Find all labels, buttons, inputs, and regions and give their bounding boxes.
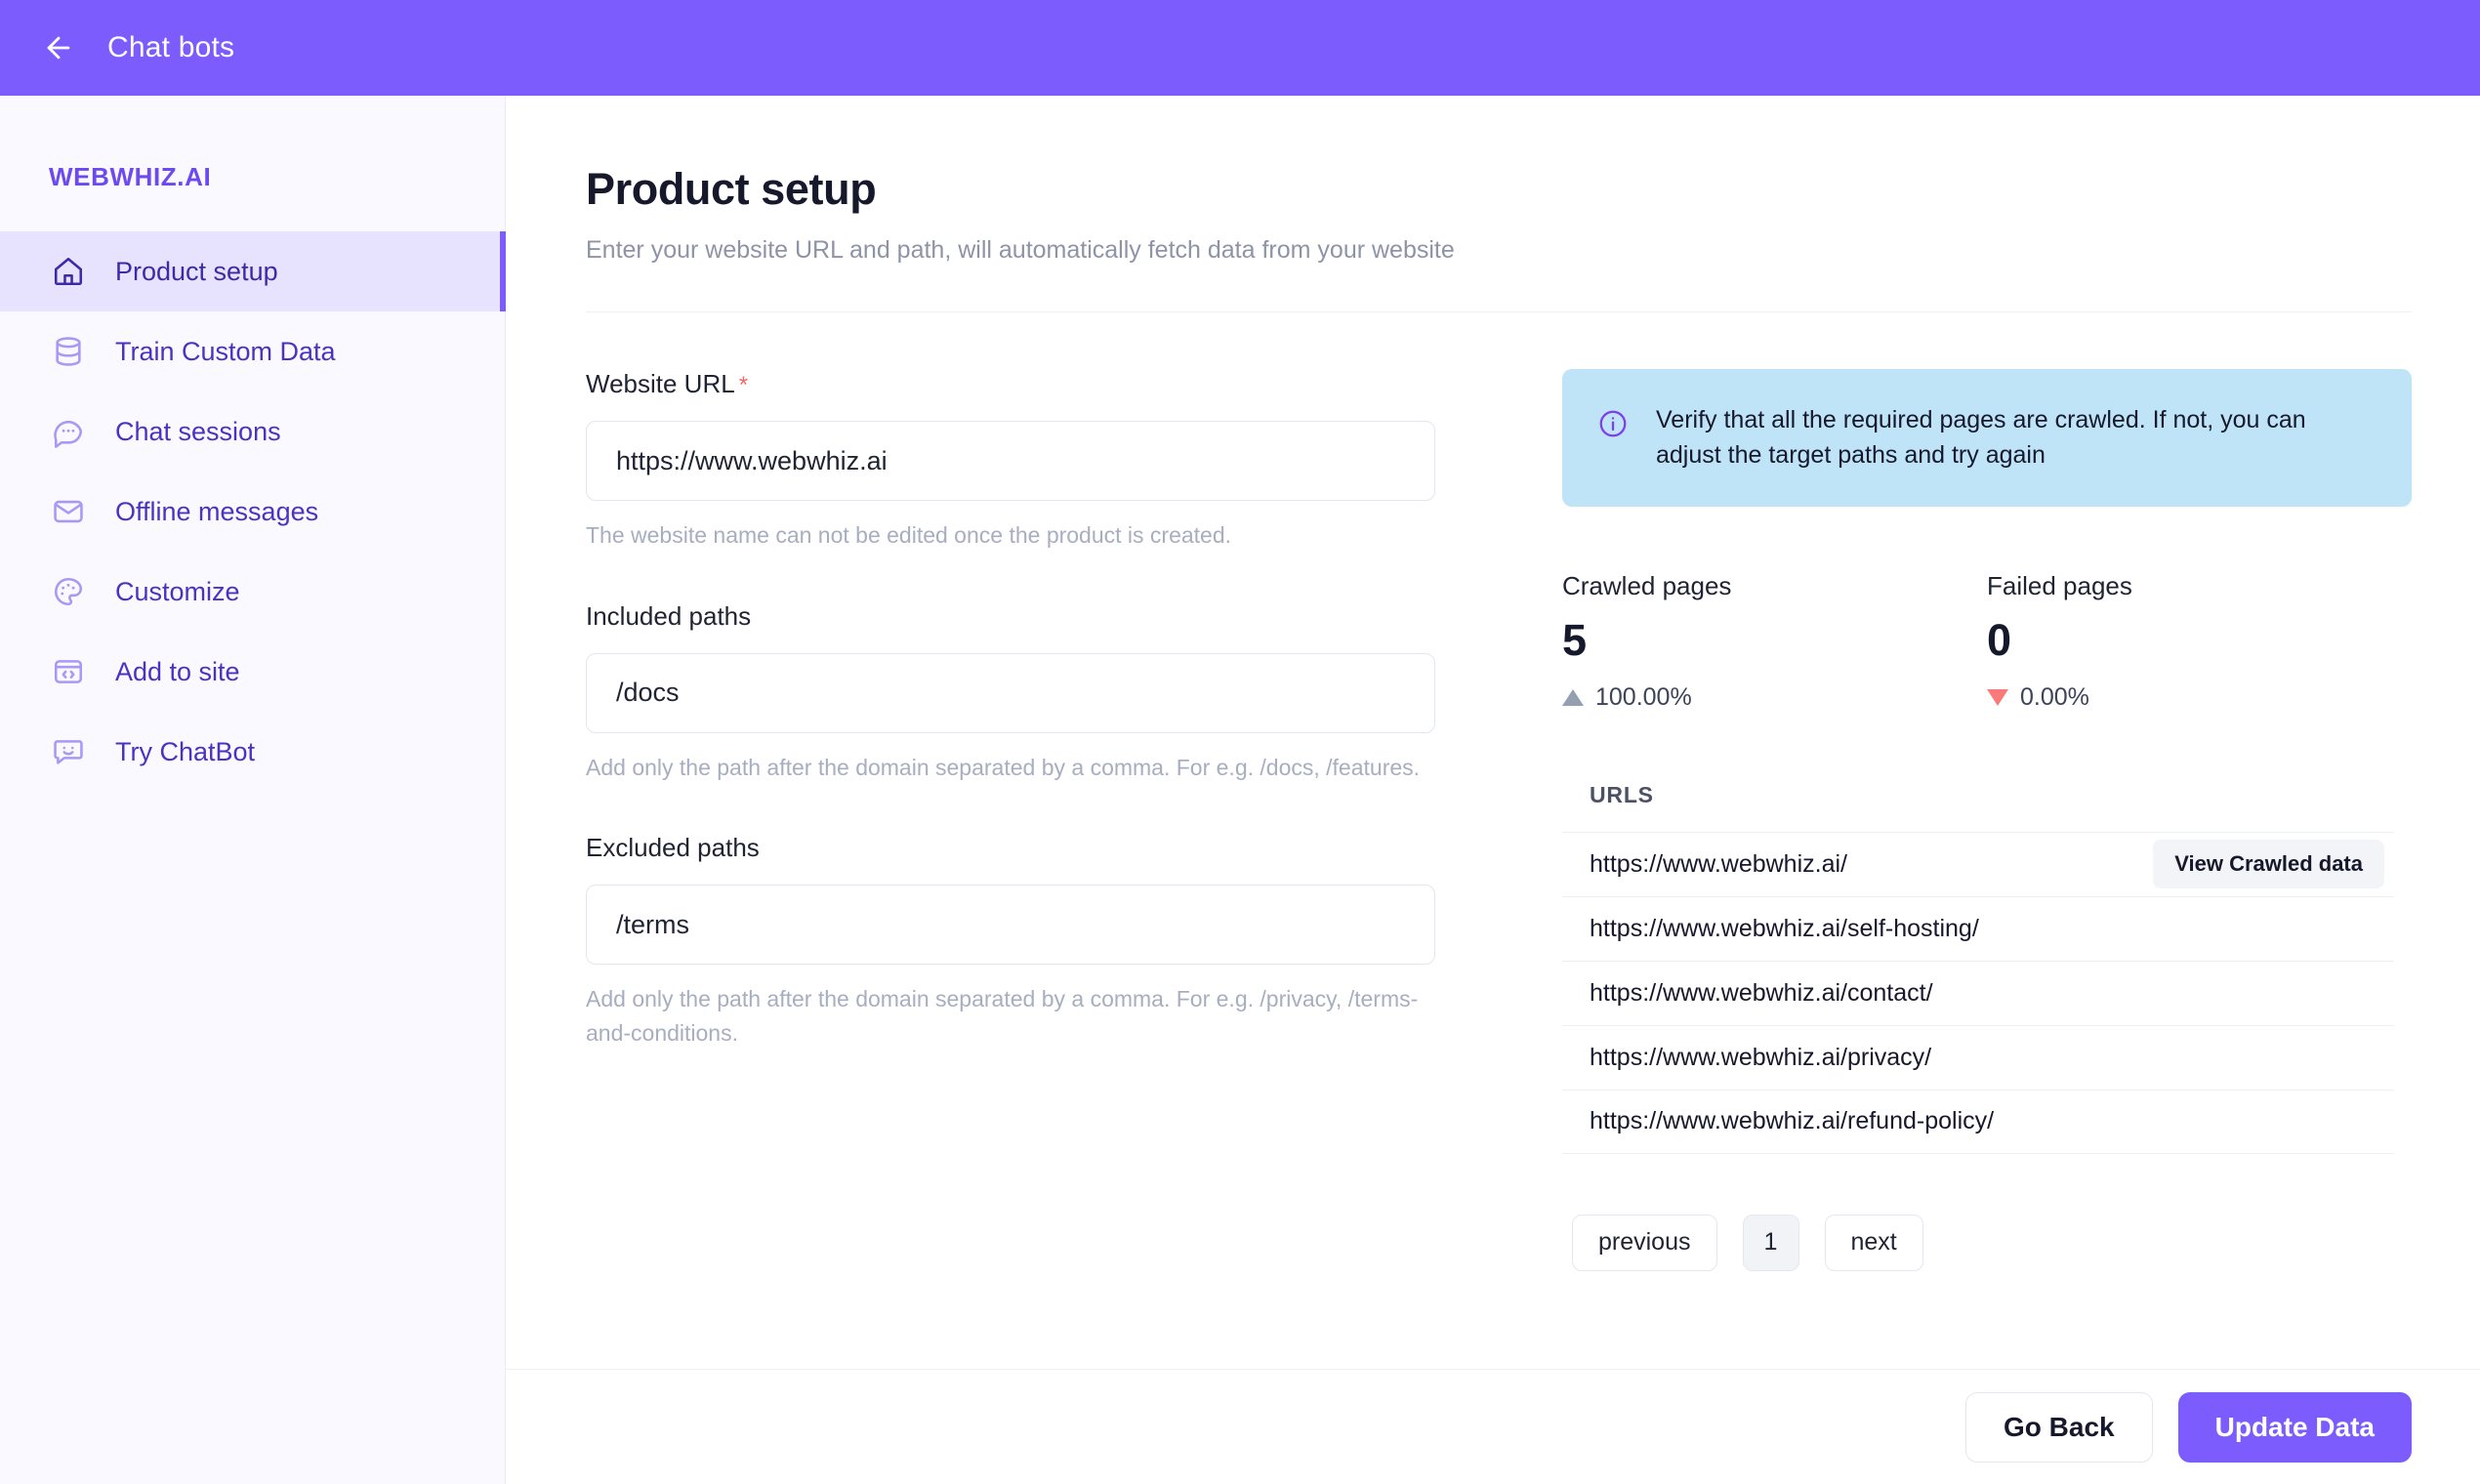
sidebar-item-train-custom-data[interactable]: Train Custom Data [0,311,505,392]
website-url-label: Website URL * [586,369,748,399]
urls-table-header: URLS [1590,781,1654,807]
sidebar-item-customize[interactable]: Customize [0,552,505,632]
sidebar-item-label: Train Custom Data [115,336,336,366]
sidebar-item-label: Product setup [115,256,278,286]
sidebar-item-product-setup[interactable]: Product setup [0,231,506,311]
info-circle-icon [1597,408,1631,444]
footer-actions: Go Back Update Data [506,1369,2480,1484]
excluded-paths-label: Excluded paths [586,833,760,862]
main-content: Product setup Enter your website URL and… [506,96,2480,1484]
stat-failed-pages: Failed pages 0 0.00% [1987,571,2412,712]
chat-smiley-icon [49,732,88,771]
table-row[interactable]: https://www.webwhiz.ai/privacy/ [1562,1024,2394,1090]
app-shell: WEBWHIZ.AI Product setup Train Custom Da… [0,96,2480,1484]
crawl-status-panel: Verify that all the required pages are c… [1562,369,2412,1271]
urls-table: URLS https://www.webwhiz.ai/ View Crawle… [1562,782,2412,1154]
home-icon [49,252,88,291]
top-bar-title: Chat bots [107,31,235,63]
sidebar-item-chat-sessions[interactable]: Chat sessions [0,392,505,472]
pagination-next-button[interactable]: next [1824,1214,1923,1271]
triangle-up-icon [1562,688,1584,706]
view-crawled-data-button[interactable]: View Crawled data [2153,840,2384,888]
included-paths-help: Add only the path after the domain separ… [586,754,1421,780]
content-columns: Website URL* The website name can not be… [506,312,2480,1271]
stat-delta: 0.00% [1987,683,2412,712]
website-url-help: The website name can not be edited once … [586,522,1232,548]
sidebar-item-add-to-site[interactable]: Add to site [0,632,505,712]
triangle-down-icon [1987,688,2008,706]
brand-title: WEBWHIZ.AI [49,162,212,191]
go-back-button[interactable]: Go Back [1965,1391,2153,1463]
code-window-icon [49,652,88,691]
stat-delta: 100.00% [1562,683,1987,712]
main-scroll-area: Product setup Enter your website URL and… [506,96,2480,1369]
included-paths-label: Included paths [586,600,752,631]
pagination-previous-button[interactable]: previous [1572,1214,1717,1271]
url-text: https://www.webwhiz.ai/self-hosting/ [1590,914,1979,942]
sidebar-item-try-chatbot[interactable]: Try ChatBot [0,712,505,792]
stat-value: 5 [1562,614,1587,665]
envelope-icon [49,492,88,531]
url-text: https://www.webwhiz.ai/privacy/ [1590,1043,1932,1071]
page-subtitle: Enter your website URL and path, will au… [586,236,1455,264]
website-url-input[interactable] [586,421,1435,501]
stat-delta-text: 0.00% [2020,682,2089,711]
palette-icon [49,572,88,611]
excluded-paths-input[interactable] [586,885,1435,965]
sidebar-item-label: Add to site [115,656,240,686]
page-title: Product setup [586,164,877,214]
table-row[interactable]: https://www.webwhiz.ai/refund-policy/ [1562,1089,2394,1154]
crawl-stats: Crawled pages 5 100.00% Failed pages 0 0… [1562,571,2412,712]
info-banner-text: Verify that all the required pages are c… [1656,406,2306,470]
table-row[interactable]: https://www.webwhiz.ai/self-hosting/ [1562,895,2394,961]
table-row[interactable]: https://www.webwhiz.ai/ View Crawled dat… [1562,831,2394,896]
sidebar-item-label: Try ChatBot [115,736,256,766]
url-text: https://www.webwhiz.ai/refund-policy/ [1590,1107,1995,1134]
included-paths-field-group: Included paths Add only the path after t… [586,601,1435,785]
table-row[interactable]: https://www.webwhiz.ai/contact/ [1562,960,2394,1025]
url-text: https://www.webwhiz.ai/contact/ [1590,978,1933,1007]
pagination-page-1-button[interactable]: 1 [1742,1214,1799,1271]
chat-dots-icon [49,412,88,451]
stat-delta-text: 100.00% [1595,682,1692,711]
stat-value: 0 [1987,614,2011,665]
website-url-field-group: Website URL* The website name can not be… [586,369,1435,553]
sidebar: WEBWHIZ.AI Product setup Train Custom Da… [0,96,506,1484]
url-text: https://www.webwhiz.ai/ [1590,849,1847,878]
database-icon [49,332,88,371]
sidebar-item-label: Customize [115,576,240,606]
stat-label: Crawled pages [1562,570,1732,600]
included-paths-input[interactable] [586,652,1435,733]
page-header: Product setup Enter your website URL and… [506,96,2480,265]
sidebar-item-offline-messages[interactable]: Offline messages [0,472,505,552]
top-bar: Chat bots [0,0,2480,96]
setup-form: Website URL* The website name can not be… [586,369,1435,1271]
sidebar-item-label: Chat sessions [115,416,281,446]
website-url-label-text: Website URL [586,369,735,398]
stat-label: Failed pages [1987,570,2132,600]
update-data-button[interactable]: Update Data [2177,1391,2412,1463]
sidebar-item-label: Offline messages [115,496,319,526]
stat-crawled-pages: Crawled pages 5 100.00% [1562,571,1987,712]
excluded-paths-field-group: Excluded paths Add only the path after t… [586,833,1435,1050]
required-marker: * [738,372,749,398]
arrow-left-icon[interactable] [39,28,78,67]
info-banner: Verify that all the required pages are c… [1562,369,2412,507]
pagination: previous 1 next [1562,1214,2412,1271]
excluded-paths-help: Add only the path after the domain separ… [586,986,1419,1046]
